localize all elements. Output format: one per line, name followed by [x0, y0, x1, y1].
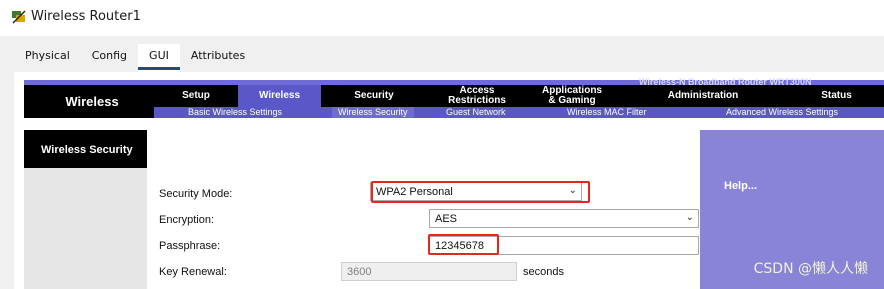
- window-title: Wireless Router1: [31, 9, 141, 24]
- passphrase-label: Passphrase:: [159, 240, 221, 252]
- subnav-guest-network[interactable]: Guest Network: [446, 107, 506, 118]
- tab-attributes[interactable]: Attributes: [180, 44, 256, 72]
- nav-security[interactable]: Security: [321, 85, 427, 107]
- subnav-mac-filter[interactable]: Wireless MAC Filter: [567, 107, 647, 118]
- encryption-value: AES: [435, 213, 458, 225]
- nav-setup[interactable]: Setup: [154, 85, 238, 107]
- window-titlebar: Wireless Router1: [0, 0, 884, 36]
- nav-status[interactable]: Status: [789, 85, 884, 107]
- key-renewal-label: Key Renewal:: [159, 266, 227, 278]
- main-nav: Setup Wireless Security Access Restricti…: [154, 85, 884, 107]
- key-renewal-unit: seconds: [523, 266, 564, 278]
- router-icon: [12, 10, 26, 24]
- nav-administration[interactable]: Administration: [617, 85, 789, 107]
- tab-physical[interactable]: Physical: [14, 44, 81, 72]
- tab-config[interactable]: Config: [81, 44, 138, 72]
- key-renewal-value: 3600: [347, 266, 372, 278]
- nav-wireless[interactable]: Wireless: [238, 85, 321, 107]
- security-mode-label: Security Mode:: [159, 188, 233, 200]
- help-link[interactable]: Help...: [724, 180, 757, 192]
- sub-nav: Basic Wireless Settings Wireless Securit…: [154, 107, 884, 118]
- section-brand: Wireless: [30, 85, 154, 118]
- highlight-passphrase: [428, 234, 499, 255]
- chevron-down-icon: ⌄: [685, 212, 694, 223]
- tab-gui[interactable]: GUI: [138, 44, 180, 72]
- nav-access-restrictions[interactable]: Access Restrictions: [427, 85, 527, 107]
- encryption-label: Encryption:: [159, 214, 215, 226]
- encryption-select[interactable]: AES ⌄: [429, 209, 699, 228]
- key-renewal-input[interactable]: 3600: [341, 262, 517, 281]
- watermark: CSDN @懒人人懒: [753, 261, 868, 277]
- section-title: Wireless Security: [24, 130, 147, 168]
- subnav-basic-wireless[interactable]: Basic Wireless Settings: [188, 107, 282, 118]
- subnav-wireless-security[interactable]: Wireless Security: [332, 107, 414, 118]
- security-form: Security Mode: WPA2 Personal ⌄ Encryptio…: [147, 130, 700, 289]
- nav-applications-gaming[interactable]: Applications & Gaming: [527, 85, 617, 107]
- subnav-advanced-wireless[interactable]: Advanced Wireless Settings: [726, 107, 838, 118]
- tab-list: Physical Config GUI Attributes: [14, 44, 256, 72]
- highlight-security-mode: [371, 181, 590, 203]
